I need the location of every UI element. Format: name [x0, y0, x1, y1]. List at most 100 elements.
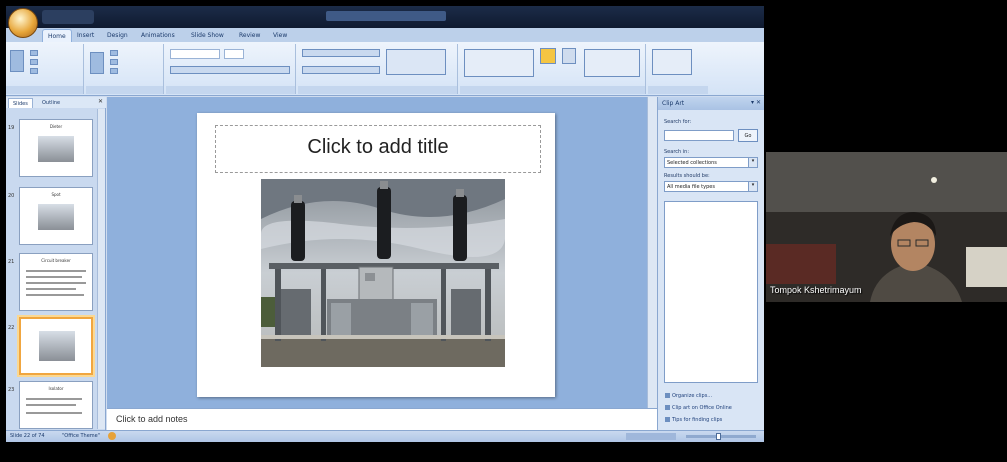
go-button[interactable]: Go [738, 129, 758, 142]
cut-icon[interactable] [30, 50, 38, 56]
tab-home[interactable]: Home [42, 29, 72, 42]
editing-group [648, 44, 708, 94]
clip-art-results[interactable] [664, 201, 758, 383]
paragraph-group [298, 44, 458, 94]
webcam-scene [766, 152, 1007, 302]
slide-number: 19 [8, 125, 15, 131]
slide-number: 23 [8, 387, 15, 393]
tab-review[interactable]: Review [234, 29, 265, 42]
tab-design[interactable]: Design [102, 29, 133, 42]
title-bar [6, 6, 764, 28]
font-group-label [166, 86, 295, 94]
layout-icon[interactable] [110, 50, 118, 56]
chevron-down-icon[interactable]: ▾ [748, 182, 757, 191]
tab-outline[interactable]: Outline [38, 98, 64, 108]
find-replace-buttons[interactable] [652, 49, 692, 75]
help-icon [665, 417, 670, 422]
spellcheck-icon[interactable] [108, 432, 116, 440]
close-icon[interactable]: ✕ [98, 98, 103, 105]
substation-photo[interactable] [261, 179, 505, 367]
ribbon-tabs: Home Insert Design Animations Slide Show… [6, 28, 764, 42]
font-name-box[interactable] [170, 49, 220, 59]
arrange-icon[interactable] [540, 48, 556, 64]
thumb-image [38, 136, 74, 162]
notes-pane[interactable]: Click to add notes [107, 408, 657, 430]
paste-icon[interactable] [10, 50, 24, 72]
search-in-select[interactable]: Selected collections ▾ [664, 157, 758, 168]
slide-canvas[interactable]: Click to add title [197, 113, 555, 397]
zoom-slider-thumb[interactable] [716, 433, 721, 440]
search-in-value: Selected collections [667, 160, 717, 166]
thumb-text-line [26, 270, 86, 272]
notes-placeholder[interactable]: Click to add notes [116, 414, 188, 424]
font-format-buttons[interactable] [170, 66, 290, 74]
clip-art-pane: Clip Art ▾ ✕ Search for: Go Search in: S… [657, 97, 764, 430]
list-buttons[interactable] [302, 49, 380, 57]
tab-slide-show[interactable]: Slide Show [186, 29, 229, 42]
title-placeholder[interactable]: Click to add title [215, 125, 541, 173]
tab-insert[interactable]: Insert [72, 29, 99, 42]
clip-art-online-link[interactable]: Clip art on Office Online [665, 405, 732, 411]
delete-icon[interactable] [110, 68, 118, 74]
slide-thumbnail[interactable]: Spot [19, 187, 93, 245]
font-size-box[interactable] [224, 49, 244, 59]
slide-editing-area: Click to add title [107, 97, 647, 408]
organize-clips-link[interactable]: Organize clips... [665, 393, 712, 399]
slide-thumbnail[interactable]: Isolator [19, 381, 93, 429]
font-group [166, 44, 296, 94]
tab-view[interactable]: View [268, 29, 292, 42]
text-direction-buttons[interactable] [386, 49, 446, 75]
slide-thumbnail[interactable]: Dieter [19, 119, 93, 177]
slide-count: Slide 22 of 74 [10, 433, 45, 439]
thumb-text-line [26, 412, 82, 414]
editing-group-label [648, 86, 708, 94]
quick-styles-icon[interactable] [562, 48, 576, 64]
window-title [326, 11, 446, 21]
thumb-text-line [26, 294, 84, 296]
format-painter-icon[interactable] [30, 68, 38, 74]
results-select[interactable]: All media file types ▾ [664, 181, 758, 192]
thumb-title: Dieter [49, 124, 63, 129]
results-value: All media file types [667, 184, 715, 190]
tab-animations[interactable]: Animations [136, 29, 180, 42]
photo-illustration [261, 179, 505, 367]
view-buttons[interactable] [626, 433, 676, 440]
thumb-text-line [26, 276, 82, 278]
zoom-slider[interactable] [686, 433, 756, 440]
slide-thumbnail[interactable]: Circuit breaker [19, 253, 93, 311]
ribbon [6, 42, 764, 96]
thumb-title: Spot [51, 192, 61, 197]
webcam-video: Tompok Kshetrimayum [766, 152, 1007, 302]
drawing-group [460, 44, 646, 94]
slides-pane-scrollbar[interactable] [97, 109, 105, 429]
shape-format-buttons[interactable] [584, 49, 640, 77]
slide-number: 21 [8, 259, 15, 265]
slides-pane: Slides Outline ✕ 19 Dieter 20 Spot 21 Ci… [6, 97, 106, 430]
powerpoint-window: Home Insert Design Animations Slide Show… [6, 6, 764, 442]
slide-thumbnail-selected[interactable] [19, 317, 93, 375]
slides-group [86, 44, 164, 94]
office-button[interactable] [8, 8, 38, 38]
shapes-gallery[interactable] [464, 49, 534, 77]
slide-vertical-scrollbar[interactable] [647, 97, 657, 408]
thumb-text-line [26, 288, 76, 290]
tips-link[interactable]: Tips for finding clips [665, 417, 722, 423]
new-slide-icon[interactable] [90, 52, 104, 74]
thumb-text-line [26, 398, 82, 400]
reset-icon[interactable] [110, 59, 118, 65]
thumb-image [39, 331, 75, 361]
clip-art-title: Clip Art [662, 100, 685, 107]
thumb-title: Isolator [48, 386, 64, 391]
quick-access-toolbar[interactable] [42, 10, 94, 24]
chevron-down-icon[interactable]: ▾ [748, 158, 757, 167]
tab-slides[interactable]: Slides [8, 98, 33, 108]
close-icon[interactable]: ▾ ✕ [751, 99, 761, 106]
clip-art-search-input[interactable] [664, 130, 734, 141]
search-for-label: Search for: [664, 119, 692, 125]
align-buttons[interactable] [302, 66, 380, 74]
thumb-image [38, 204, 74, 230]
slide-number: 20 [8, 193, 15, 199]
copy-icon[interactable] [30, 59, 38, 65]
screen: Home Insert Design Animations Slide Show… [0, 0, 1007, 462]
thumb-text-line [26, 282, 86, 284]
